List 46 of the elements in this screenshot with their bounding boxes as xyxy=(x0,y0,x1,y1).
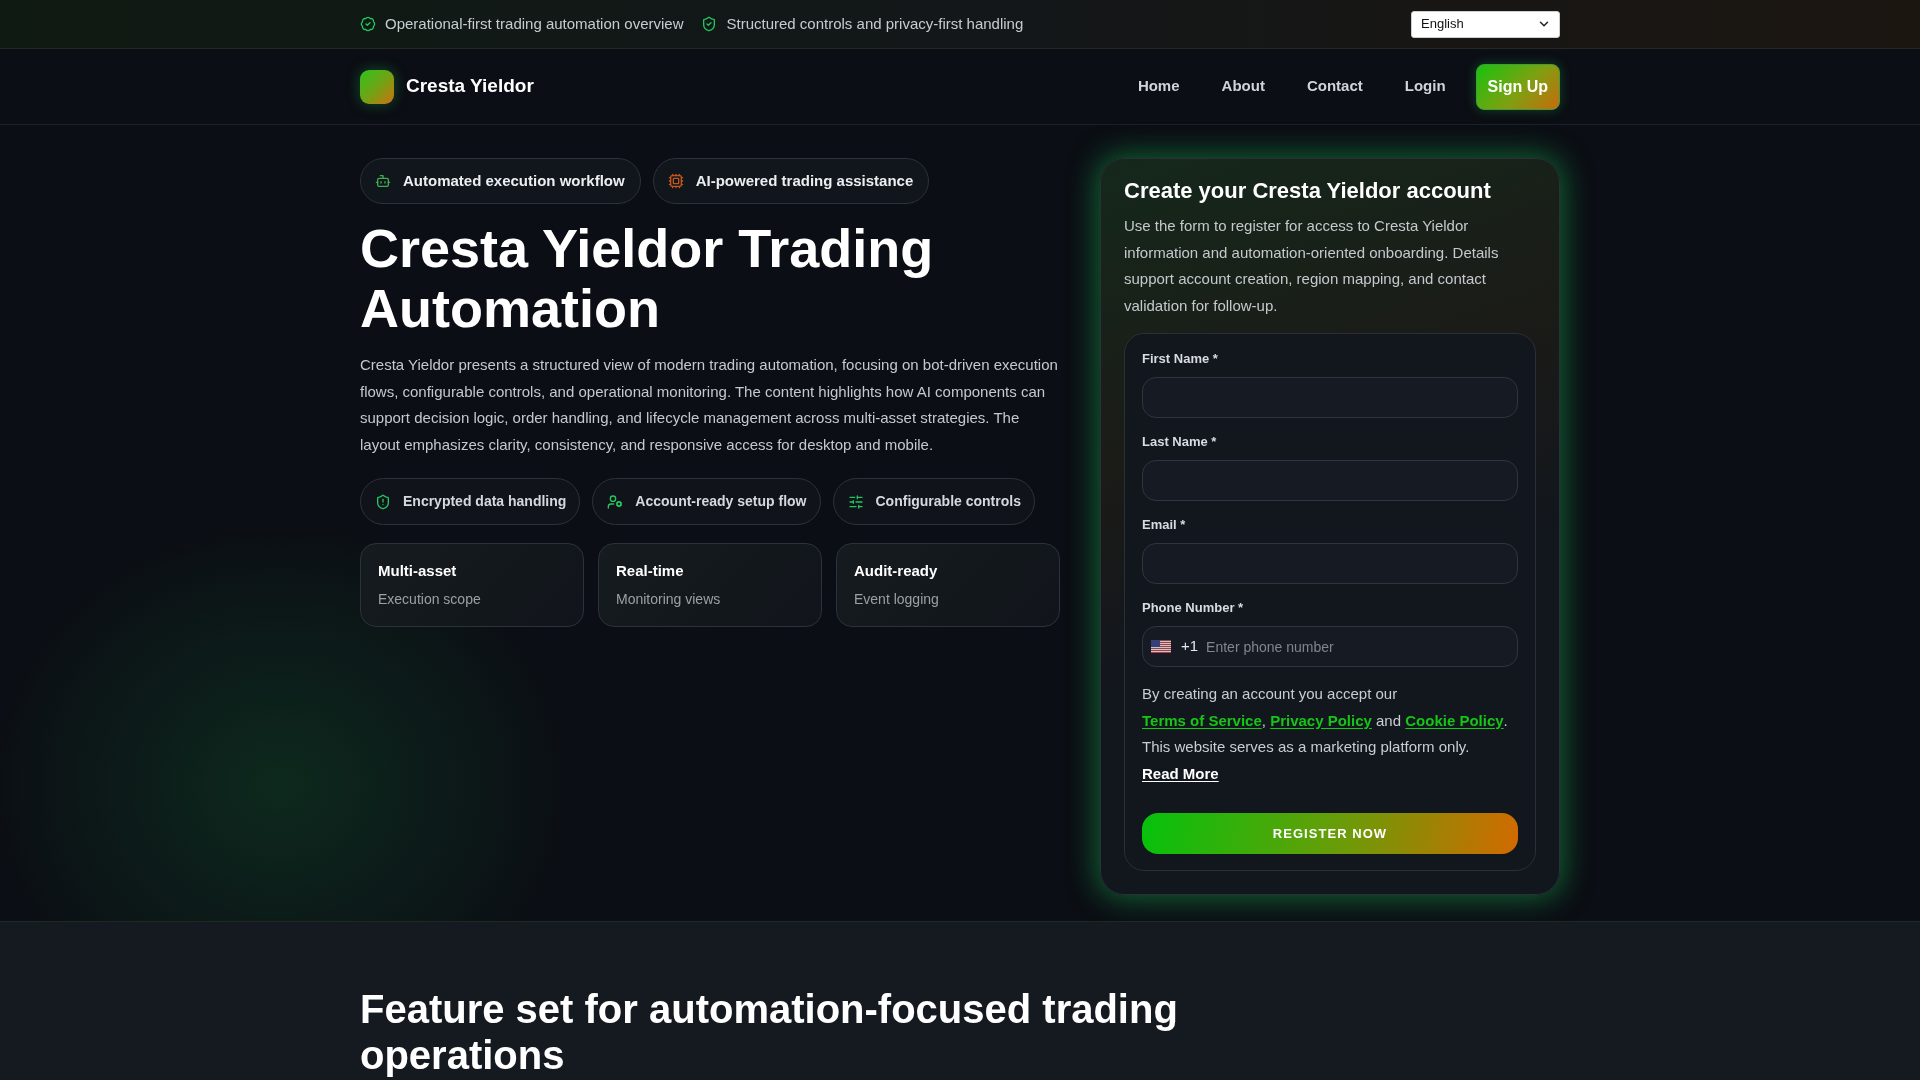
brand-name[interactable]: Cresta Yieldor xyxy=(406,72,534,101)
flag-icon xyxy=(1151,640,1171,653)
shield-check-icon xyxy=(701,16,718,32)
nav-link[interactable]: About xyxy=(1200,75,1286,98)
highlight-text: Operational-first trading automation overview xyxy=(385,13,684,34)
stat-title: Multi-asset xyxy=(378,561,458,581)
read-more-link[interactable]: Read More xyxy=(1142,764,1219,782)
field-label: Email * xyxy=(1142,516,1187,534)
hero-title: Cresta Yieldor Trading Automation xyxy=(360,218,935,338)
form-description: Use the form to register for access to Cresta Yieldor information and automation-oriented onboarding. Details support account creation, region mapping, and contact validation for follow-up. xyxy=(1124,216,1500,316)
badge-label: AI-powered trading assistance xyxy=(695,170,914,191)
pill-label: Account-ready setup flow xyxy=(635,492,807,511)
text-field[interactable] xyxy=(1142,460,1518,501)
policy-link[interactable]: Terms of Service xyxy=(1142,711,1262,729)
badge-label: Automated execution workflow xyxy=(403,170,625,191)
nav-link[interactable]: Contact xyxy=(1285,75,1384,98)
text-field[interactable] xyxy=(1142,377,1518,418)
user-gear-icon xyxy=(607,493,624,510)
policy-link[interactable]: Privacy Policy xyxy=(1270,711,1372,729)
field-label: Phone Number * xyxy=(1142,599,1245,617)
field-label: First Name * xyxy=(1142,350,1219,368)
nav-link[interactable]: Login xyxy=(1383,75,1467,98)
logo-icon xyxy=(360,69,394,104)
section-title: Feature set for automation-focused trading operations xyxy=(360,986,1179,1078)
shield-alert-icon xyxy=(375,493,391,510)
stat-subtitle: Monitoring views xyxy=(616,590,722,608)
pill-label: Configurable controls xyxy=(875,492,1021,511)
dial-code: +1 xyxy=(1181,636,1199,657)
policy-link[interactable]: Cookie Policy xyxy=(1405,711,1504,729)
stat-subtitle: Event logging xyxy=(854,590,940,608)
text-field[interactable] xyxy=(1142,543,1518,584)
badge-check-icon xyxy=(360,16,376,32)
stat-subtitle: Execution scope xyxy=(378,590,482,608)
pill-label: Encrypted data handling xyxy=(403,492,567,511)
phone-field[interactable]: +1 Enter phone number xyxy=(1142,626,1518,667)
form-title: Create your Cresta Yieldor account xyxy=(1124,177,1492,205)
language-select[interactable]: English xyxy=(1411,10,1560,38)
hero-description: Cresta Yieldor presents a structured view of modern trading automation, focusing on bot-driven execution flows, configurable controls, and operational monitoring. The content highlights how AI components can support decision logic, order handling, and lifecycle management across multi-asset strategies. The layout emphasizes clarity, consistency, and responsive access for desktop and mobile. xyxy=(360,355,1059,455)
phone-number-input[interactable]: Enter phone number xyxy=(1206,627,1505,666)
highlight-text: Structured controls and privacy-first handling xyxy=(726,13,1024,34)
nav-link[interactable]: Home xyxy=(1116,75,1201,98)
stat-title: Real-time xyxy=(616,561,685,581)
sliders-icon xyxy=(847,493,864,510)
stat-title: Audit-ready xyxy=(854,561,939,581)
field-label: Last Name * xyxy=(1142,433,1218,451)
terms-text: By creating an account you accept our Terms of Service, Privacy Policy and Cookie Policy. This website serves as a marketing platform only. Read More xyxy=(1142,684,1509,784)
